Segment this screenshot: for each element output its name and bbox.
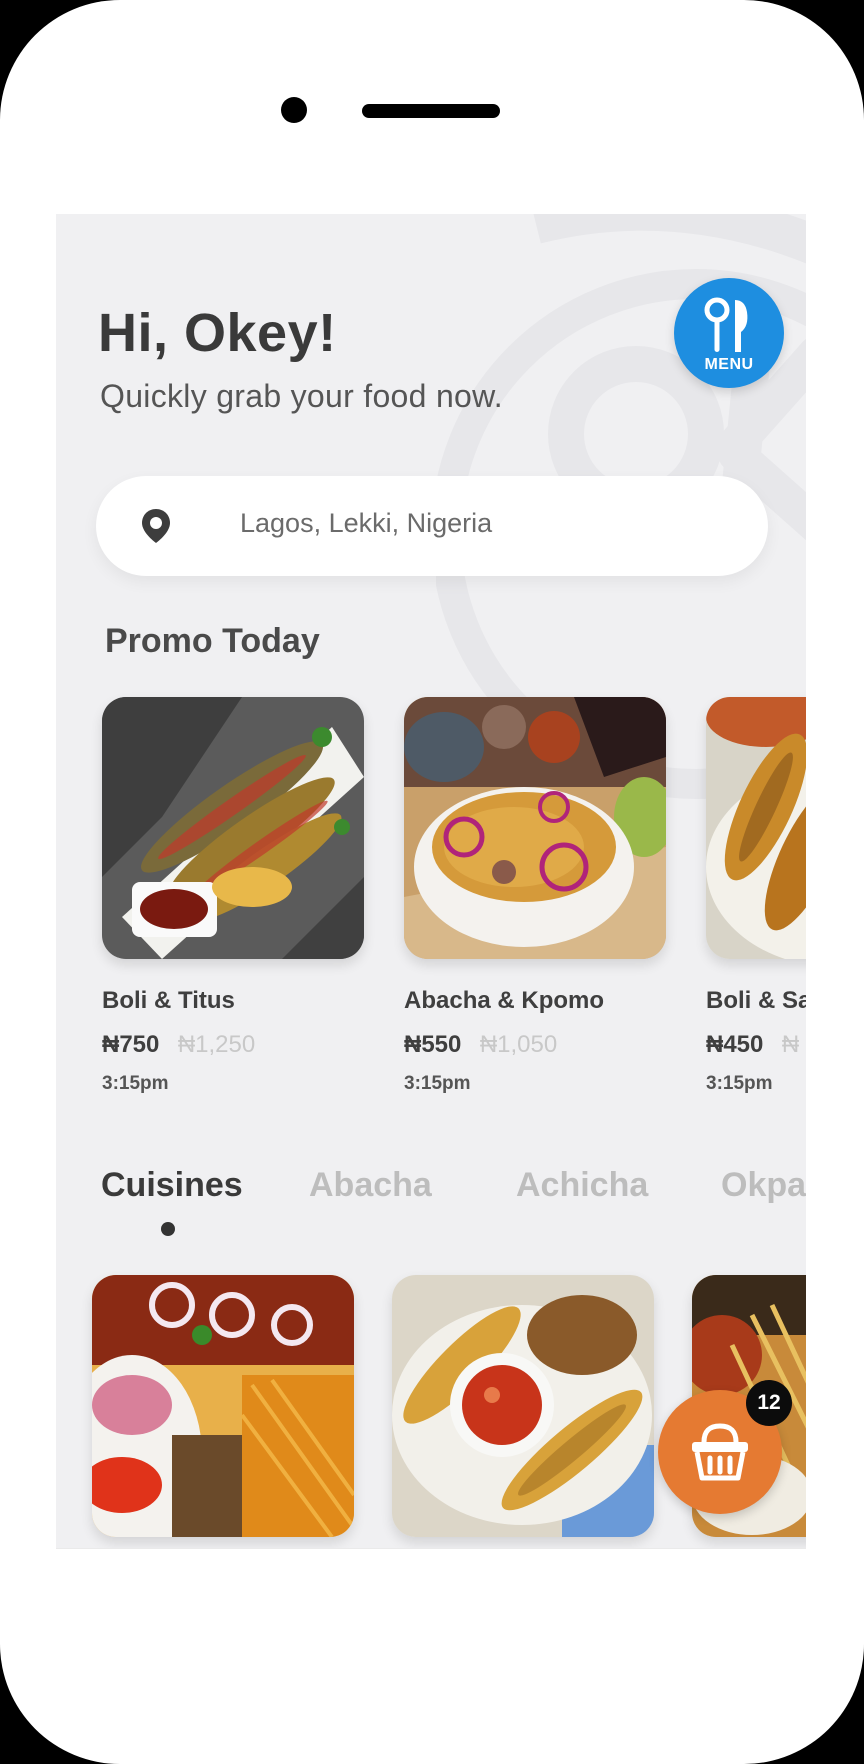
cuisine-card[interactable]	[92, 1275, 354, 1537]
cuisine-card[interactable]	[392, 1275, 654, 1537]
promo-card[interactable]: Abacha & Kpomo ₦550 ₦1,050 3:15pm	[404, 697, 666, 1095]
promo-prices: ₦750 ₦1,250	[102, 1031, 364, 1059]
screen-edge	[56, 1548, 806, 1549]
location-pin-icon	[142, 509, 170, 543]
active-tab-indicator	[161, 1222, 175, 1236]
phone-frame: Hi, Okey! Quickly grab your food now. ME…	[0, 0, 864, 1764]
app-screen: Hi, Okey! Quickly grab your food now. ME…	[56, 214, 806, 1548]
menu-label: MENU	[704, 356, 754, 373]
promo-card[interactable]: Boli & Sa ₦450 ₦ 3:15pm	[706, 697, 806, 1095]
menu-button[interactable]: MENU	[674, 278, 784, 388]
promo-old-price: ₦1,250	[177, 1031, 256, 1058]
promo-image	[102, 697, 364, 959]
tab-okpa[interactable]: Okpa	[721, 1166, 806, 1205]
cart-count-badge: 12	[746, 1380, 792, 1426]
promo-price: ₦450	[706, 1031, 764, 1058]
promo-price: ₦750	[102, 1031, 160, 1058]
promo-time: 3:15pm	[102, 1073, 169, 1094]
tab-cuisines[interactable]: Cuisines	[101, 1166, 243, 1205]
promo-old-price: ₦	[781, 1031, 800, 1058]
greeting-subtitle: Quickly grab your food now.	[100, 378, 503, 414]
location-text: Lagos, Lekki, Nigeria	[240, 508, 493, 538]
tab-achicha[interactable]: Achicha	[516, 1166, 648, 1205]
promo-image	[706, 697, 806, 959]
fork-knife-icon	[704, 297, 748, 352]
cuisine-image	[392, 1275, 654, 1537]
tab-abacha[interactable]: Abacha	[309, 1166, 432, 1205]
promo-name: Abacha & Kpomo	[404, 987, 605, 1014]
promo-image	[404, 697, 666, 959]
location-search-bar[interactable]: Lagos, Lekki, Nigeria	[96, 476, 768, 576]
greeting-title: Hi, Okey!	[98, 303, 337, 363]
promo-section-title: Promo Today	[105, 622, 320, 660]
promo-prices: ₦450 ₦	[706, 1031, 806, 1059]
promo-name: Boli & Titus	[102, 987, 235, 1014]
camera-dot	[281, 97, 307, 123]
promo-prices: ₦550 ₦1,050	[404, 1031, 666, 1059]
promo-price: ₦550	[404, 1031, 462, 1058]
promo-time: 3:15pm	[404, 1073, 471, 1094]
basket-icon	[692, 1423, 748, 1481]
cuisine-image	[92, 1275, 354, 1537]
promo-card[interactable]: Boli & Titus ₦750 ₦1,250 3:15pm	[102, 697, 364, 1095]
promo-old-price: ₦1,050	[479, 1031, 558, 1058]
promo-name: Boli & Sa	[706, 987, 806, 1014]
speaker-grille	[362, 104, 500, 118]
promo-time: 3:15pm	[706, 1073, 773, 1094]
